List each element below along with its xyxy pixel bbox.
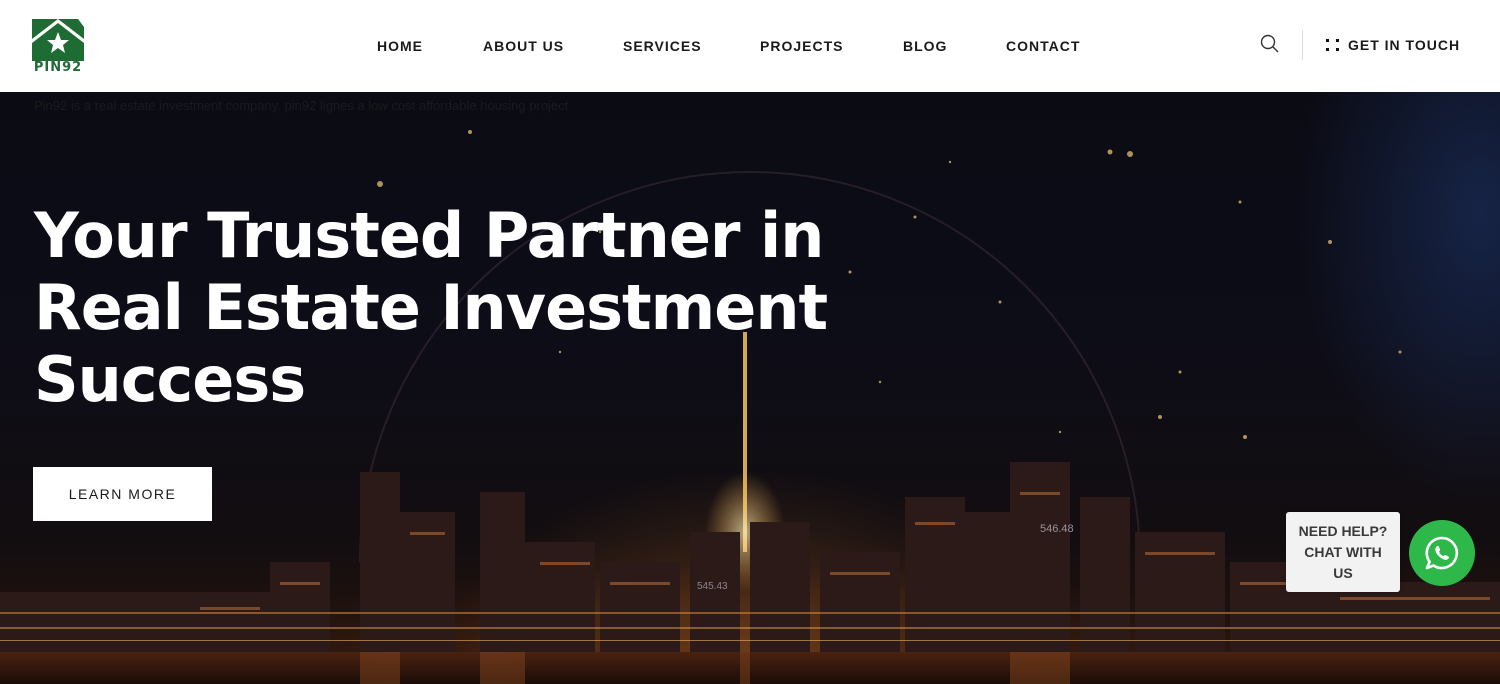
chat-line: US <box>1333 565 1353 581</box>
ticker-text: Pin92 is a real estate investment compan… <box>34 98 569 113</box>
nav-services[interactable]: SERVICES <box>623 37 702 55</box>
nav-home[interactable]: HOME <box>377 37 423 55</box>
overlay-number: 546.48 <box>1040 523 1074 535</box>
house-star-icon <box>32 17 84 61</box>
hero-section: 546.48 545.43 Pin92 is a real estate inv… <box>0 92 1500 684</box>
search-icon <box>1260 34 1279 53</box>
hero-title-line: Real Estate Investment <box>34 271 828 344</box>
hero-title-line: Your Trusted Partner in <box>34 199 824 272</box>
logo-text: PIN92 <box>33 60 83 75</box>
nav-blog[interactable]: BLOG <box>903 37 947 55</box>
overlay-number: 545.43 <box>697 581 728 592</box>
nav-about-us[interactable]: ABOUT US <box>483 37 564 55</box>
chat-help-box[interactable]: NEED HELP? CHAT WITH US <box>1286 512 1400 592</box>
site-header: PIN92 HOME ABOUT US SERVICES PROJECTS BL… <box>0 0 1500 92</box>
header-divider <box>1302 30 1303 60</box>
whatsapp-icon <box>1425 536 1459 570</box>
learn-more-button[interactable]: LEARN MORE <box>33 467 212 521</box>
logo[interactable]: PIN92 <box>32 17 84 75</box>
whatsapp-button[interactable] <box>1409 520 1475 586</box>
hero-title: Your Trusted Partner in Real Estate Inve… <box>34 200 834 416</box>
get-in-touch-label: GET IN TOUCH <box>1348 37 1461 53</box>
chat-line: CHAT WITH <box>1304 544 1382 560</box>
nav-projects[interactable]: PROJECTS <box>760 37 843 55</box>
nav-contact[interactable]: CONTACT <box>1006 37 1080 55</box>
hero-title-line: Success <box>34 343 306 416</box>
search-button[interactable] <box>1260 34 1280 54</box>
chat-line: NEED HELP? <box>1298 523 1388 539</box>
grid-dots-icon <box>1326 39 1340 51</box>
